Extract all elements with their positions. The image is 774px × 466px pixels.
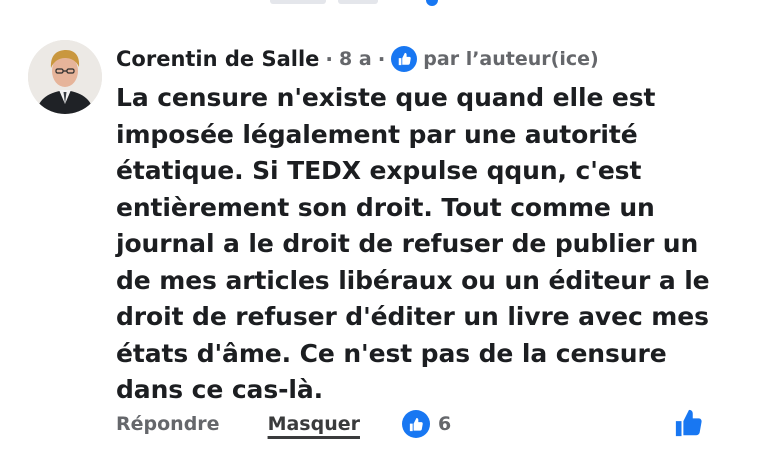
comment-header: Corentin de Salle · 8 a · par l’auteur(i… <box>116 42 736 76</box>
avatar-image <box>28 40 102 114</box>
author-name[interactable]: Corentin de Salle <box>116 47 319 71</box>
comment-time[interactable]: 8 a <box>339 48 372 70</box>
comment-body: Corentin de Salle · 8 a · par l’auteur(i… <box>116 42 736 409</box>
like-button[interactable] <box>673 407 705 439</box>
comment-actions: Répondre Masquer 6 <box>116 408 716 440</box>
reply-button[interactable]: Répondre <box>116 413 220 435</box>
thumbs-up-icon <box>675 409 702 437</box>
previous-like-edge <box>426 0 438 6</box>
avatar[interactable] <box>28 40 102 114</box>
comment-text: La censure n'existe que quand elle est i… <box>116 83 710 404</box>
separator-dot: · <box>325 47 334 71</box>
author-badge-label: par l’auteur(ice) <box>423 48 599 70</box>
previous-content-remnant <box>0 0 774 6</box>
previous-button-edge <box>270 0 326 4</box>
separator-dot: · <box>377 47 386 71</box>
reaction-count: 6 <box>437 413 452 435</box>
previous-button-edge <box>338 0 378 4</box>
thumbs-up-icon <box>391 46 418 72</box>
thumbs-up-icon <box>401 410 430 438</box>
hide-button[interactable]: Masquer <box>268 413 360 435</box>
author-badge: par l’auteur(ice) <box>391 46 599 72</box>
reaction-summary[interactable]: 6 <box>401 410 452 438</box>
